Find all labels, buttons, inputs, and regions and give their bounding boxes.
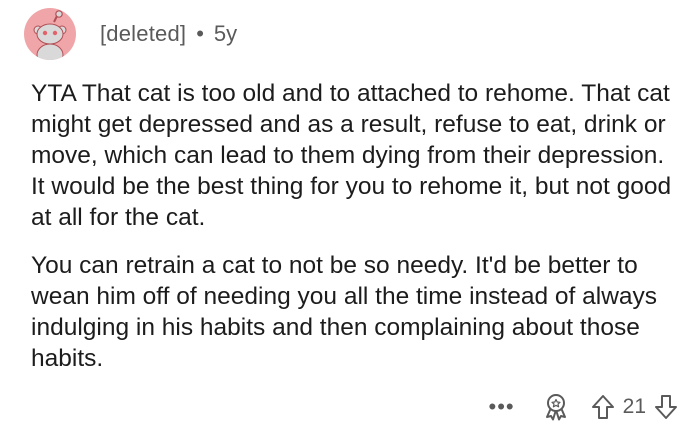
comment-paragraph: You can retrain a cat to not be so needy…	[31, 252, 658, 372]
comment-actions: ••• 21	[489, 392, 678, 422]
comment-age: 5y	[213, 21, 238, 46]
comment-header: [deleted] • 5y	[24, 8, 237, 60]
more-options-icon[interactable]: •••	[489, 396, 515, 418]
comment-body: YTA That cat is too old and to attached …	[31, 78, 681, 374]
snoo-avatar-icon	[33, 10, 67, 60]
comment-paragraph: YTA That cat is too old and to attached …	[31, 80, 672, 231]
meta-separator: •	[196, 21, 204, 46]
award-icon[interactable]	[543, 393, 569, 421]
upvote-icon[interactable]	[591, 394, 615, 420]
vote-score: 21	[622, 395, 646, 418]
author-username[interactable]: [deleted]	[100, 21, 186, 47]
downvote-icon[interactable]	[654, 394, 678, 420]
comment-card: [deleted] • 5y YTA That cat is too old a…	[0, 0, 700, 427]
avatar[interactable]	[24, 8, 76, 60]
